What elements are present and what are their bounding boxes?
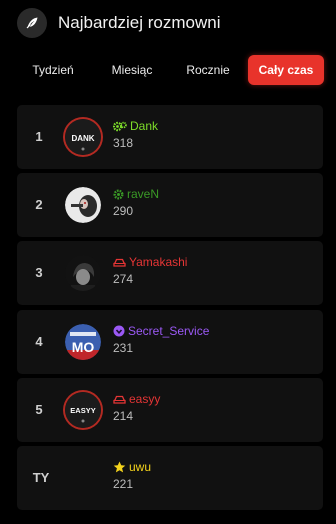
- car-icon: [113, 395, 126, 404]
- leaderboard-row[interactable]: 1 DANK Dank 318: [17, 105, 323, 169]
- avatar[interactable]: [65, 255, 101, 291]
- username-label: easyy: [129, 392, 161, 406]
- avatar-label: EASYY: [70, 406, 95, 415]
- username-label: Secret_Service: [128, 324, 210, 338]
- tab-caly-czas[interactable]: Cały czas: [248, 55, 324, 85]
- rank-number: 3: [35, 265, 43, 280]
- rank-number: 4: [35, 334, 43, 349]
- username[interactable]: Dank: [113, 119, 158, 133]
- leaderboard-row[interactable]: 3 Yamakashi 274: [17, 241, 323, 305]
- message-count: 274: [113, 272, 134, 286]
- avatar-label: DANK: [71, 134, 94, 143]
- star-icon: [113, 461, 126, 473]
- avatar-label: MO: [72, 339, 95, 355]
- tab-rocznie[interactable]: Rocznie: [172, 55, 244, 85]
- message-count: 318: [113, 136, 134, 150]
- leaderboard-row[interactable]: 2 raveN 290: [17, 173, 323, 237]
- tab-tydzien[interactable]: Tydzień: [18, 55, 88, 85]
- username-label: Yamakashi: [129, 255, 188, 269]
- gear-icon: [113, 189, 124, 199]
- avatar[interactable]: [65, 187, 101, 223]
- rank-number: 5: [35, 402, 43, 417]
- page-title: Najbardziej rozmowni: [58, 13, 221, 32]
- rank-number: 1: [35, 129, 43, 144]
- username[interactable]: easyy: [113, 392, 160, 406]
- username-label: raveN: [127, 187, 160, 201]
- avatar[interactable]: EASYY: [65, 392, 101, 428]
- leaderboard-row[interactable]: 4 MO Secret_Service 231: [17, 310, 323, 374]
- message-count: 290: [113, 204, 134, 218]
- avatar[interactable]: DANK: [65, 119, 101, 155]
- gears-icon: [113, 121, 127, 131]
- message-count: 221: [113, 477, 134, 491]
- period-tabs: Tydzień Miesiąc Rocznie Cały czas: [8, 55, 328, 85]
- car-icon: [113, 258, 126, 267]
- username[interactable]: Secret_Service: [113, 324, 209, 338]
- leaderboard-row[interactable]: 5 EASYY easyy 214: [17, 378, 323, 442]
- tab-miesiac[interactable]: Miesiąc: [96, 55, 168, 85]
- avatar[interactable]: MO: [65, 324, 101, 360]
- message-count: 231: [113, 341, 134, 355]
- username-label: uwu: [129, 460, 152, 474]
- your-rank-row[interactable]: TY uwu 221: [17, 446, 323, 510]
- your-rank-label: TY: [32, 470, 50, 485]
- header: Najbardziej rozmowni: [17, 7, 221, 39]
- username-label: Dank: [130, 119, 159, 133]
- username[interactable]: raveN: [113, 187, 159, 201]
- username[interactable]: Yamakashi: [113, 255, 187, 269]
- rank-number: 2: [35, 197, 43, 212]
- check-badge-icon: [113, 325, 125, 337]
- username[interactable]: uwu: [113, 460, 151, 474]
- feather-pen-icon: [17, 8, 47, 38]
- message-count: 214: [113, 409, 134, 423]
